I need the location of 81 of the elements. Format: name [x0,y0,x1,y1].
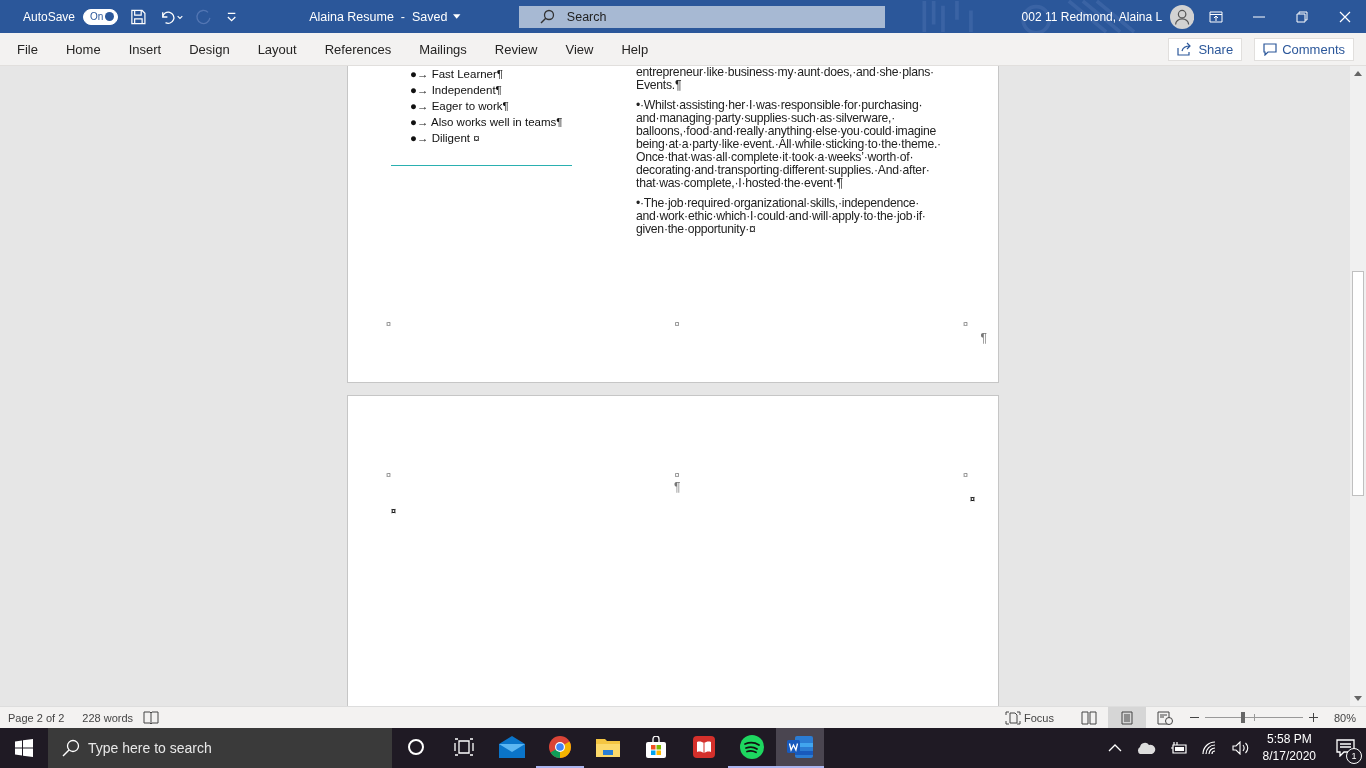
skill-item: ●→ Also works well in teams¶ [410,115,564,130]
cloud-icon[interactable] [1135,742,1156,754]
envelope-icon [499,736,525,758]
menu-tab[interactable]: Insert [114,33,176,65]
comment-icon [1263,42,1278,56]
book-check-icon[interactable] [143,710,160,725]
minimize-icon [1252,15,1265,18]
scroll-up-icon[interactable] [1354,71,1362,76]
focus-icon [1005,710,1021,725]
document-title[interactable]: Alaina Resume - Saved [309,9,448,24]
spotify-icon [740,735,764,759]
battery-icon[interactable] [1169,741,1188,755]
scroll-down-icon[interactable] [1354,696,1362,701]
comments-button[interactable]: Comments [1254,37,1354,61]
volume-icon[interactable] [1231,741,1250,755]
taskbar-search-field[interactable]: Type here to search [48,728,392,768]
cell-mark: ¤ [386,470,391,480]
page-icon [1120,710,1133,725]
cell-mark: ¤ [962,470,968,480]
menu-tab[interactable]: Layout [243,33,311,65]
zoom-in-icon[interactable] [1308,713,1318,722]
save-icon[interactable] [130,7,148,26]
avatar-icon[interactable] [1170,3,1195,30]
focus-button[interactable]: Focus [1005,710,1054,725]
wifi-icon[interactable] [1201,741,1218,755]
clock-time[interactable]: 5:58 PM [1266,731,1312,748]
customize-caret-icon[interactable] [225,10,238,23]
circle-icon [407,738,425,756]
ribbon-display-icon [1208,10,1223,23]
row-end-mark: ¤ [970,494,975,504]
paragraph-mark: ¶ [980,331,987,345]
task-view-icon [454,738,474,756]
autosave-toggle[interactable]: On [83,8,119,25]
menu-tab[interactable]: View [551,33,608,65]
cell-mark: ¤ [391,506,396,516]
chevron-up-icon[interactable] [1107,744,1122,752]
scroll-bar[interactable] [1350,66,1366,706]
zoom-level[interactable]: 80% [1333,711,1356,724]
paragraph: •·The·job·required·organizational·skills,·independence· and·work·ethic·which·I·could·and·will·apply·to·the·job·if· given·the·opportunity·¤ [636,197,927,236]
paragraph-mark: ¶ [674,480,681,494]
word-icon [787,736,813,758]
folder-icon [596,737,620,757]
shopping-bag-icon [645,736,667,758]
word-count[interactable]: 228 words [82,711,134,724]
cell-mark: ¤ [962,319,968,329]
caret-icon[interactable] [453,14,461,19]
paragraph: •·Whilst·assisting·her·I·was·responsible·for·purchasing· and·managing·party·supplies·such·as·silverware,· balloons,·food·and·really·anything·else·you·could·imagine being·at·a·party·like·event.·All·while·sticking·to·the·theme.· Once·that·was·all·complete·it·took·a·weeks’·worth·of· decorating·and·transporting·different·supplies.·And·after· that·was·complete,·I·hosted·the·event·¶ [636,99,942,190]
search-icon [62,739,80,757]
clock-date[interactable]: 8/17/2020 [1262,748,1316,765]
user-name[interactable]: 002 11 Redmond, Alaina L [1021,9,1163,24]
paragraph: entrepreneur·like·business·my·aunt·does,·and·she·plans· Events.¶ [636,66,935,92]
cell-mark: ¤ [674,470,680,480]
skill-item: ●→ Diligent ¤ [410,131,481,146]
menu-tab[interactable]: File [3,33,52,65]
autosave-label: AutoSave [23,9,76,24]
open-book-icon [693,736,715,758]
skill-item: ●→ Fast Learner¶ [410,67,505,82]
web-page-icon [1156,710,1173,725]
menu-tab[interactable]: Design [175,33,244,65]
cell-mark: ¤ [386,319,391,329]
search-field[interactable]: Search [518,5,885,28]
skill-item: ●→ Independent¶ [410,83,503,98]
windows-icon [15,739,33,757]
notification-icon[interactable] [1336,739,1356,757]
share-button[interactable]: Share [1168,37,1243,61]
menu-tab[interactable]: Help [607,33,663,65]
skill-item: ●→ Eager to work¶ [410,99,510,114]
cell-mark: ¤ [674,319,680,329]
zoom-slider[interactable] [1204,712,1303,723]
close-icon [1338,10,1351,23]
search-icon [538,8,555,25]
page-count[interactable]: Page 2 of 2 [8,711,65,724]
notification-count: 1 [1346,748,1362,764]
menu-tab[interactable]: References [310,33,406,65]
restore-icon [1295,10,1308,23]
chrome-icon [549,736,571,758]
menu-tab[interactable]: Home [51,33,115,65]
book-icon [1080,710,1097,725]
menu-tab[interactable]: Mailings [405,33,481,65]
menu-tab[interactable]: Review [480,33,552,65]
print-layout-button[interactable] [1107,707,1146,728]
